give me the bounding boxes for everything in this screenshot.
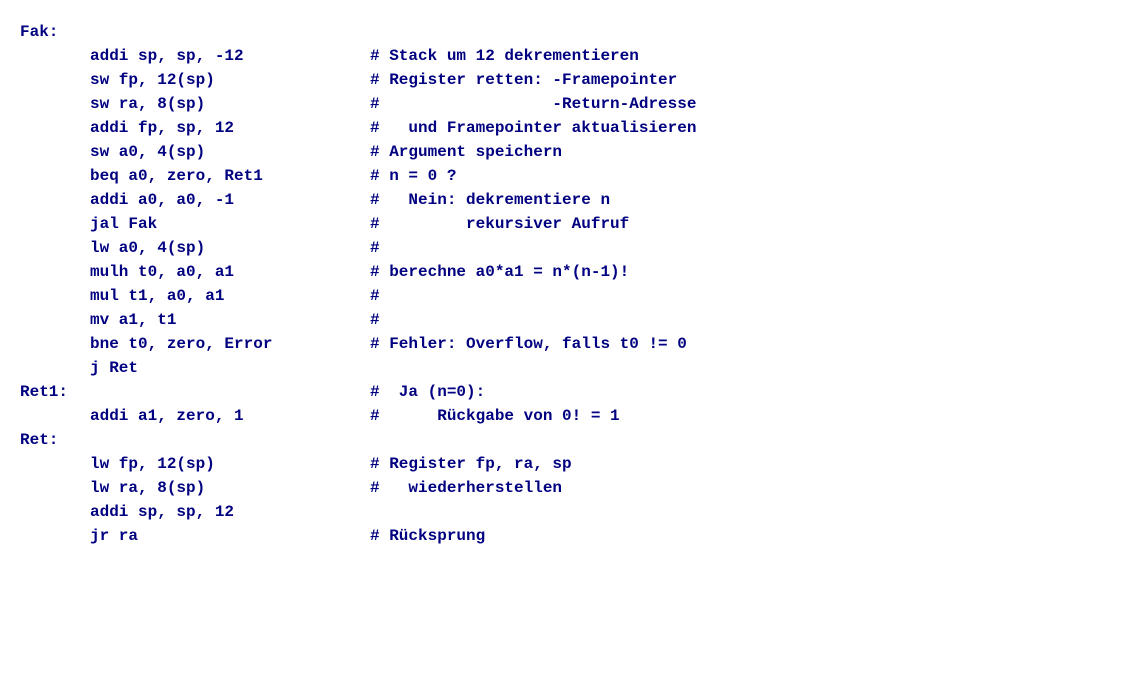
comment: # n = 0 ?: [370, 164, 1106, 188]
label: [20, 452, 90, 476]
instruction: addi sp, sp, -12: [90, 44, 370, 68]
code-line: Ret:: [20, 428, 1106, 452]
code-line: Fak:: [20, 20, 1106, 44]
comment: # Fehler: Overflow, falls t0 != 0: [370, 332, 1106, 356]
comment: #: [370, 284, 1106, 308]
label: [20, 164, 90, 188]
label: [20, 356, 90, 380]
label: [20, 260, 90, 284]
code-line: sw fp, 12(sp)# Register retten: -Framepo…: [20, 68, 1106, 92]
label: [20, 68, 90, 92]
comment: [370, 20, 1106, 44]
comment: [370, 356, 1106, 380]
instruction: addi a1, zero, 1: [90, 404, 370, 428]
comment: # rekursiver Aufruf: [370, 212, 1106, 236]
instruction: addi fp, sp, 12: [90, 116, 370, 140]
code-line: jal Fak# rekursiver Aufruf: [20, 212, 1106, 236]
label: [20, 404, 90, 428]
comment: # und Framepointer aktualisieren: [370, 116, 1106, 140]
code-line: sw ra, 8(sp)# -Return-Adresse: [20, 92, 1106, 116]
instruction: mulh t0, a0, a1: [90, 260, 370, 284]
instruction: addi a0, a0, -1: [90, 188, 370, 212]
comment: # Argument speichern: [370, 140, 1106, 164]
label: [20, 524, 90, 548]
comment: # Stack um 12 dekrementieren: [370, 44, 1106, 68]
instruction: lw a0, 4(sp): [90, 236, 370, 260]
label: [20, 284, 90, 308]
comment: # Register retten: -Framepointer: [370, 68, 1106, 92]
comment: [370, 428, 1106, 452]
code-line: lw fp, 12(sp)# Register fp, ra, sp: [20, 452, 1106, 476]
instruction: jr ra: [90, 524, 370, 548]
label: [20, 212, 90, 236]
label: Ret1:: [20, 380, 90, 404]
comment: #: [370, 236, 1106, 260]
code-line: bne t0, zero, Error# Fehler: Overflow, f…: [20, 332, 1106, 356]
instruction: sw ra, 8(sp): [90, 92, 370, 116]
label: [20, 188, 90, 212]
comment: # Rückgabe von 0! = 1: [370, 404, 1106, 428]
code-line: sw a0, 4(sp)# Argument speichern: [20, 140, 1106, 164]
comment: #: [370, 308, 1106, 332]
comment: # -Return-Adresse: [370, 92, 1106, 116]
code-line: addi sp, sp, -12# Stack um 12 dekrementi…: [20, 44, 1106, 68]
code-line: jr ra# Rücksprung: [20, 524, 1106, 548]
comment: [370, 500, 1106, 524]
label: [20, 44, 90, 68]
code-line: mul t1, a0, a1#: [20, 284, 1106, 308]
instruction: [90, 428, 370, 452]
instruction: beq a0, zero, Ret1: [90, 164, 370, 188]
code-line: addi a1, zero, 1# Rückgabe von 0! = 1: [20, 404, 1106, 428]
label: [20, 476, 90, 500]
comment: # Rücksprung: [370, 524, 1106, 548]
code-line: mv a1, t1#: [20, 308, 1106, 332]
label: [20, 332, 90, 356]
assembly-code-listing: Fak:addi sp, sp, -12# Stack um 12 dekrem…: [20, 20, 1106, 548]
comment: # Nein: dekrementiere n: [370, 188, 1106, 212]
code-line: mulh t0, a0, a1# berechne a0*a1 = n*(n-1…: [20, 260, 1106, 284]
instruction: lw ra, 8(sp): [90, 476, 370, 500]
label: Ret:: [20, 428, 90, 452]
label: [20, 500, 90, 524]
instruction: lw fp, 12(sp): [90, 452, 370, 476]
label: [20, 92, 90, 116]
code-line: Ret1: # Ja (n=0):: [20, 380, 1106, 404]
instruction: addi sp, sp, 12: [90, 500, 370, 524]
code-line: addi sp, sp, 12: [20, 500, 1106, 524]
label: [20, 308, 90, 332]
instruction: [90, 380, 370, 404]
instruction: bne t0, zero, Error: [90, 332, 370, 356]
instruction: [90, 20, 370, 44]
instruction: mv a1, t1: [90, 308, 370, 332]
label: [20, 236, 90, 260]
comment: # Ja (n=0):: [370, 380, 1106, 404]
label: Fak:: [20, 20, 90, 44]
code-line: lw a0, 4(sp)#: [20, 236, 1106, 260]
comment: # berechne a0*a1 = n*(n-1)!: [370, 260, 1106, 284]
code-line: addi a0, a0, -1# Nein: dekrementiere n: [20, 188, 1106, 212]
label: [20, 116, 90, 140]
code-line: lw ra, 8(sp)# wiederherstellen: [20, 476, 1106, 500]
instruction: jal Fak: [90, 212, 370, 236]
instruction: sw fp, 12(sp): [90, 68, 370, 92]
comment: # wiederherstellen: [370, 476, 1106, 500]
instruction: sw a0, 4(sp): [90, 140, 370, 164]
instruction: mul t1, a0, a1: [90, 284, 370, 308]
comment: # Register fp, ra, sp: [370, 452, 1106, 476]
code-line: addi fp, sp, 12# und Framepointer aktual…: [20, 116, 1106, 140]
instruction: j Ret: [90, 356, 370, 380]
code-line: beq a0, zero, Ret1# n = 0 ?: [20, 164, 1106, 188]
label: [20, 140, 90, 164]
code-line: j Ret: [20, 356, 1106, 380]
